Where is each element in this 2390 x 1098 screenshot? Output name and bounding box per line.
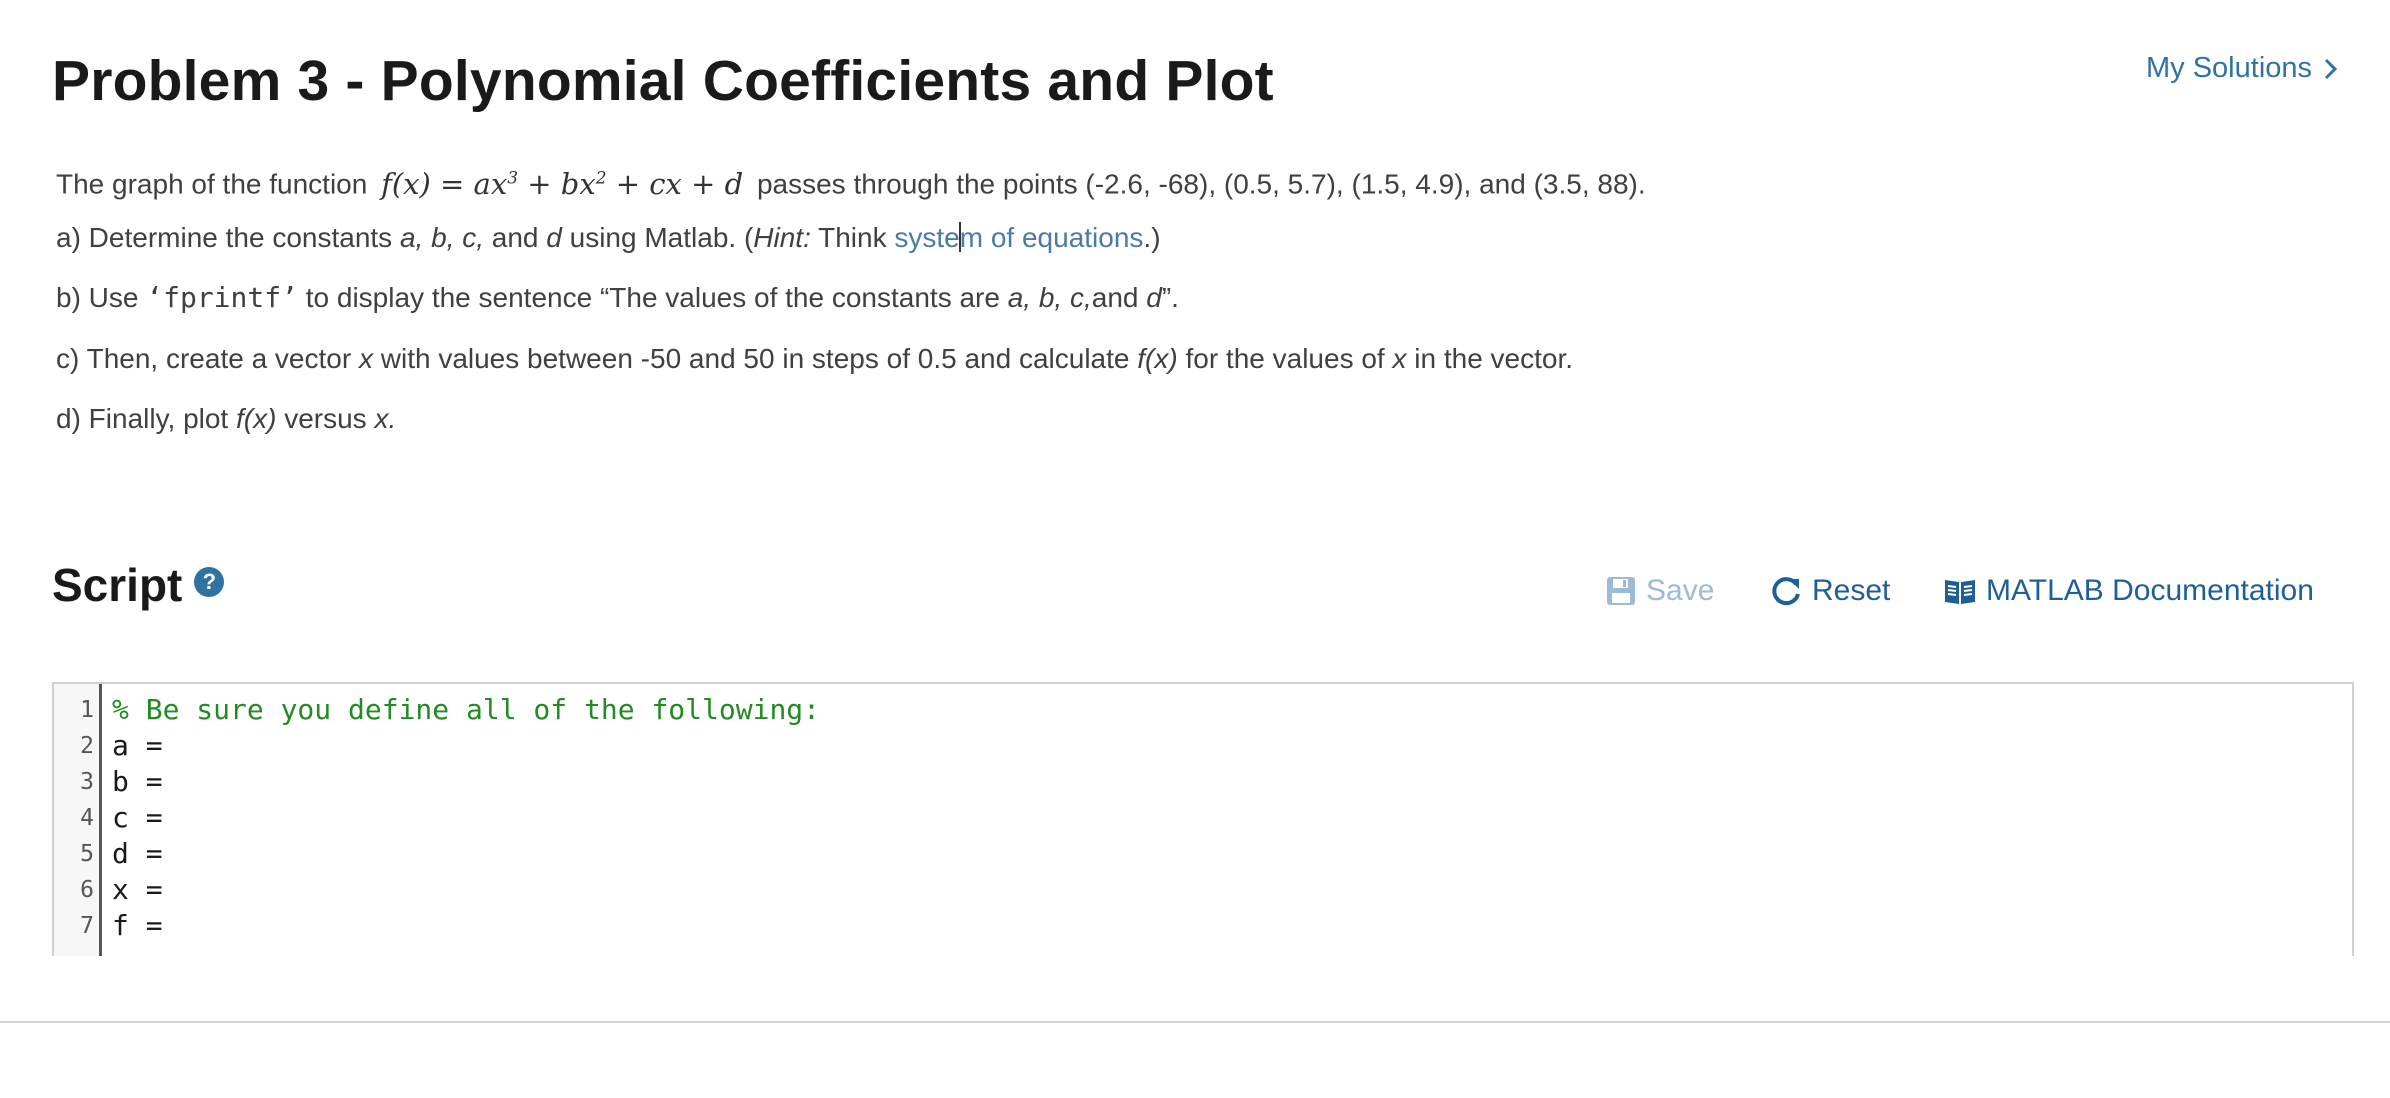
code-text: a =	[112, 729, 163, 762]
link-text: m of equations	[959, 222, 1144, 253]
intro-text: The graph of the function	[56, 168, 368, 200]
text: d) Finally, plot	[56, 403, 236, 434]
text: c) Then, create a vector	[56, 343, 359, 374]
text: f(x)	[236, 403, 277, 434]
part-a: a) Determine the constants a, b, c, and …	[56, 220, 1161, 256]
line-number: 6	[80, 877, 94, 903]
matlab-documentation-link[interactable]: MATLAB Documentation	[1944, 574, 2314, 608]
text: .)	[1143, 222, 1161, 253]
formula-part: f(x) = ax	[381, 166, 508, 201]
line-number: 7	[80, 913, 94, 939]
text: and	[484, 222, 547, 253]
exponent-2: 2	[595, 168, 607, 188]
formula-part: + bx	[518, 166, 596, 201]
script-heading: Script ?	[52, 558, 225, 612]
text: and	[1091, 282, 1147, 313]
text: d	[546, 222, 562, 253]
question-circle-icon[interactable]: ?	[194, 567, 225, 597]
reset-button[interactable]: Reset	[1770, 574, 1890, 608]
code-line[interactable]: 7 f =	[54, 908, 2344, 944]
line-number: 5	[80, 841, 94, 867]
docs-label: MATLAB Documentation	[1986, 574, 2314, 607]
code-editor[interactable]: 1 % Be sure you define all of the followi…	[52, 682, 2354, 956]
code-line[interactable]: 6 x =	[54, 872, 2344, 908]
reset-label: Reset	[1812, 574, 1891, 607]
text: for the values of	[1177, 343, 1393, 374]
text: in the vector.	[1406, 343, 1574, 374]
text: f(x)	[1137, 343, 1178, 374]
text: x.	[374, 403, 397, 434]
line-number: 2	[80, 733, 94, 759]
code-fprintf: ‘fprintf’	[146, 281, 298, 314]
text: with values between -50 and 50 in steps …	[372, 343, 1138, 374]
exponent-3: 3	[507, 168, 519, 188]
my-solutions-label: My Solutions	[2146, 52, 2313, 84]
text: b) Use	[56, 282, 147, 313]
chevron-right-icon	[2324, 58, 2338, 79]
divider	[0, 1021, 2390, 1023]
code-line[interactable]: 5 d =	[54, 836, 2344, 872]
problem-intro: The graph of the function f(x) = ax3 + b…	[56, 160, 1646, 203]
text: a) Determine the constants	[56, 222, 400, 253]
save-button[interactable]: Save	[1606, 574, 1714, 608]
function-formula: f(x) = ax3 + bx2 + cx + d	[381, 167, 743, 201]
refresh-icon	[1772, 577, 1800, 606]
part-d: d) Finally, plot f(x) versus x.	[56, 401, 396, 437]
floppy-disk-icon	[1607, 577, 1635, 605]
code-text: f =	[112, 909, 163, 942]
code-text: % Be sure you define all of the followin…	[112, 693, 821, 726]
script-title: Script	[52, 559, 183, 611]
system-of-equations-link[interactable]: system of equations	[894, 222, 1143, 253]
code-line[interactable]: 2 a =	[54, 728, 2344, 764]
line-number: 3	[80, 769, 94, 795]
text: using Matlab. (	[561, 222, 754, 253]
text: a, b, c,	[1007, 282, 1092, 313]
text: x	[358, 343, 373, 374]
line-number: 1	[80, 697, 94, 723]
my-solutions-link[interactable]: My Solutions	[2146, 52, 2340, 85]
code-text: c =	[112, 801, 163, 834]
code-line[interactable]: 3 b =	[54, 764, 2344, 800]
text: d	[1146, 282, 1162, 313]
text: ”.	[1161, 282, 1179, 313]
text: to display the sentence “The values of t…	[297, 282, 1008, 313]
text: versus	[276, 403, 375, 434]
hint-label: Hint:	[753, 222, 811, 253]
text: x	[1392, 343, 1407, 374]
intro-points-text: passes through the points (-2.6, -68), (…	[756, 168, 1646, 200]
code-text: d =	[112, 837, 163, 870]
save-label: Save	[1646, 574, 1715, 607]
line-number: 4	[80, 805, 94, 831]
text: Think	[810, 222, 895, 253]
code-line[interactable]: 1 % Be sure you define all of the followi…	[54, 692, 2344, 728]
book-open-icon	[1945, 580, 1975, 604]
code-text: x =	[112, 873, 163, 906]
formula-part: + cx + d	[606, 166, 744, 201]
code-text: b =	[112, 765, 163, 798]
part-b: b) Use ‘fprintf’ to display the sentence…	[56, 280, 1179, 316]
link-text: syste	[894, 222, 960, 253]
text: a, b, c,	[399, 222, 484, 253]
code-line[interactable]: 4 c =	[54, 800, 2344, 836]
page-title: Problem 3 - Polynomial Coefficients and …	[52, 49, 1274, 113]
part-c: c) Then, create a vector x with values b…	[56, 341, 1573, 377]
